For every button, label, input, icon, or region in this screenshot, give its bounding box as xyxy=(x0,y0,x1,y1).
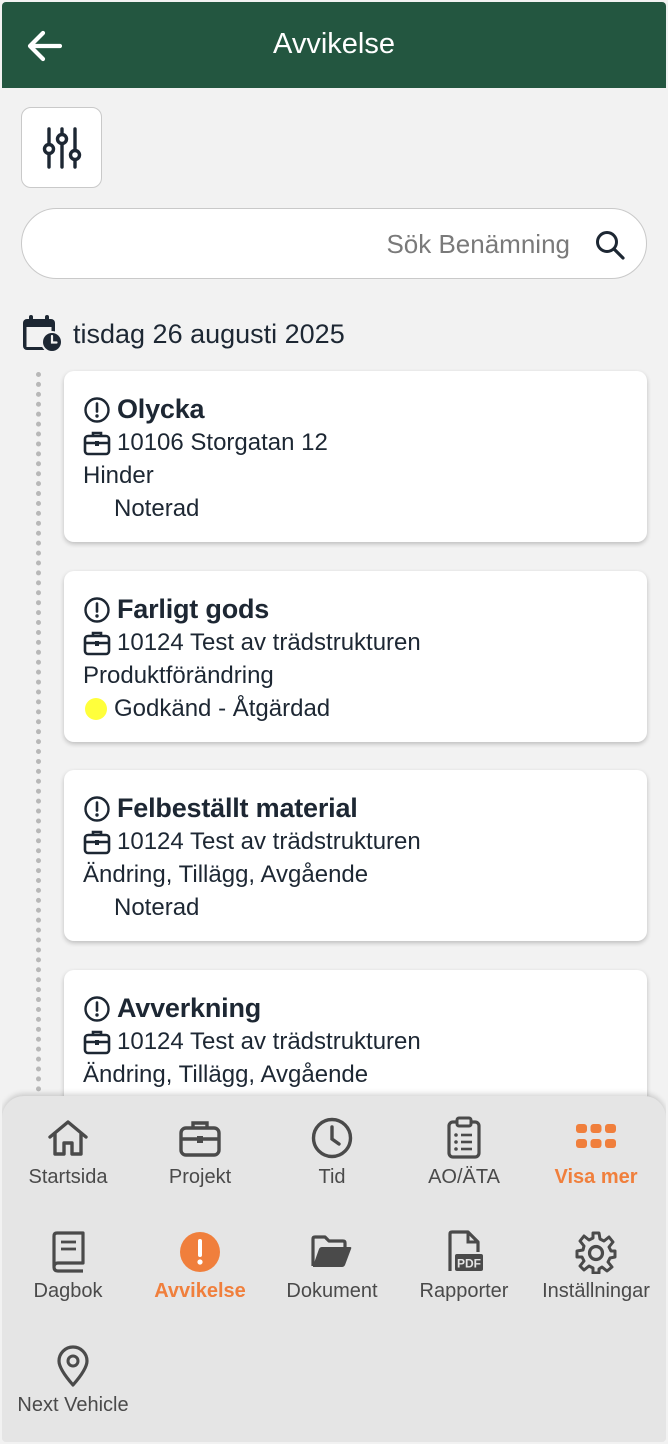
deviation-title: Olycka xyxy=(117,394,205,424)
nav-item-visa-mer[interactable]: Visa mer xyxy=(530,1116,662,1206)
book-icon xyxy=(46,1230,90,1274)
deviation-title: Farligt gods xyxy=(117,594,270,624)
search-bar xyxy=(21,208,647,279)
map-pin-icon xyxy=(51,1344,95,1388)
deviation-card[interactable]: Farligt gods 10124 Test av trädstrukture… xyxy=(64,571,647,742)
nav-label: Dagbok xyxy=(33,1280,103,1302)
top-bar: Avvikelse xyxy=(2,2,666,88)
page-title: Avvikelse xyxy=(273,28,395,60)
nav-item-dokument[interactable]: Dokument xyxy=(266,1230,398,1320)
nav-label: Next Vehicle xyxy=(17,1394,129,1416)
deviation-title: Avverkning xyxy=(117,993,262,1023)
gear-icon xyxy=(574,1230,618,1274)
nav-label: Tid xyxy=(318,1166,346,1188)
app-screen: Avvikelse Sök Benämning tisdag 26 august… xyxy=(2,2,666,1442)
nav-item-tid[interactable]: Tid xyxy=(266,1116,398,1206)
home-icon xyxy=(46,1116,90,1160)
exclamation-circle-icon xyxy=(83,995,111,1023)
nav-item-ao-ata[interactable]: AO/ÄTA xyxy=(398,1116,530,1206)
deviation-project: 10106 Storgatan 12 xyxy=(117,428,328,456)
nav-label: AO/ÄTA xyxy=(428,1166,500,1188)
timeline-line xyxy=(36,372,41,1102)
nav-label: Startsida xyxy=(28,1166,108,1188)
nav-label: Visa mer xyxy=(554,1166,638,1188)
nav-item-projekt[interactable]: Projekt xyxy=(134,1116,266,1206)
pdf-file-icon: PDF xyxy=(442,1230,486,1274)
deviation-project: 10124 Test av trädstrukturen xyxy=(117,1027,421,1055)
deviation-category: Ändring, Tillägg, Avgående xyxy=(83,860,369,888)
status-dot xyxy=(85,697,107,720)
exclamation-circle-icon xyxy=(83,396,111,424)
deviation-category: Produktförändring xyxy=(83,661,274,689)
nav-label: Rapporter xyxy=(419,1280,509,1302)
nav-label: Dokument xyxy=(286,1280,378,1302)
exclamation-circle-icon xyxy=(83,795,111,823)
nav-item-avvikelse[interactable]: Avvikelse xyxy=(134,1230,266,1320)
deviation-category: Ändring, Tillägg, Avgående xyxy=(83,1060,369,1088)
nav-item-next-vehicle[interactable]: Next Vehicle xyxy=(7,1344,139,1434)
nav-item-rapporter[interactable]: PDF Rapporter xyxy=(398,1230,530,1320)
clock-icon xyxy=(310,1116,354,1160)
deviation-title: Felbeställt material xyxy=(117,793,358,823)
deviation-status: Noterad xyxy=(114,893,200,921)
clipboard-list-icon xyxy=(442,1116,486,1160)
folder-open-icon xyxy=(310,1230,354,1274)
deviation-category: Hinder xyxy=(83,461,154,489)
nav-label: Inställningar xyxy=(542,1280,650,1302)
briefcase-icon xyxy=(178,1116,222,1160)
deviation-status: Godkänd - Åtgärdad xyxy=(114,694,331,722)
deviation-project: 10124 Test av trädstrukturen xyxy=(117,628,421,656)
nav-item-dagbok[interactable]: Dagbok xyxy=(2,1230,134,1320)
briefcase-icon xyxy=(83,828,111,856)
date-header: tisdag 26 augusti 2025 xyxy=(21,314,345,354)
nav-label: Projekt xyxy=(168,1166,232,1188)
bottom-navigation: Startsida Projekt Tid AO/ÄTA Visa mer Da… xyxy=(2,1096,666,1442)
briefcase-icon xyxy=(83,629,111,657)
calendar-clock-icon xyxy=(21,314,65,354)
briefcase-icon xyxy=(83,1028,111,1056)
deviation-status: Noterad xyxy=(114,494,200,522)
search-icon[interactable] xyxy=(594,229,626,261)
search-input[interactable] xyxy=(42,219,570,269)
nav-item-installningar[interactable]: Inställningar xyxy=(530,1230,662,1320)
filter-button[interactable] xyxy=(21,107,102,188)
svg-text:PDF: PDF xyxy=(457,1257,481,1271)
deviation-project: 10124 Test av trädstrukturen xyxy=(117,827,421,855)
nav-label: Avvikelse xyxy=(154,1280,246,1302)
exclamation-circle-icon xyxy=(178,1230,222,1274)
sliders-icon xyxy=(42,126,81,169)
briefcase-icon xyxy=(83,429,111,457)
date-label: tisdag 26 augusti 2025 xyxy=(73,318,345,349)
nav-item-startsida[interactable]: Startsida xyxy=(2,1116,134,1206)
grid-dots-icon xyxy=(574,1116,618,1160)
deviation-card[interactable]: Felbeställt material 10124 Test av träds… xyxy=(64,770,647,941)
deviation-card[interactable]: Olycka 10106 Storgatan 12 Hinder Noterad xyxy=(64,371,647,542)
exclamation-circle-icon xyxy=(83,596,111,624)
